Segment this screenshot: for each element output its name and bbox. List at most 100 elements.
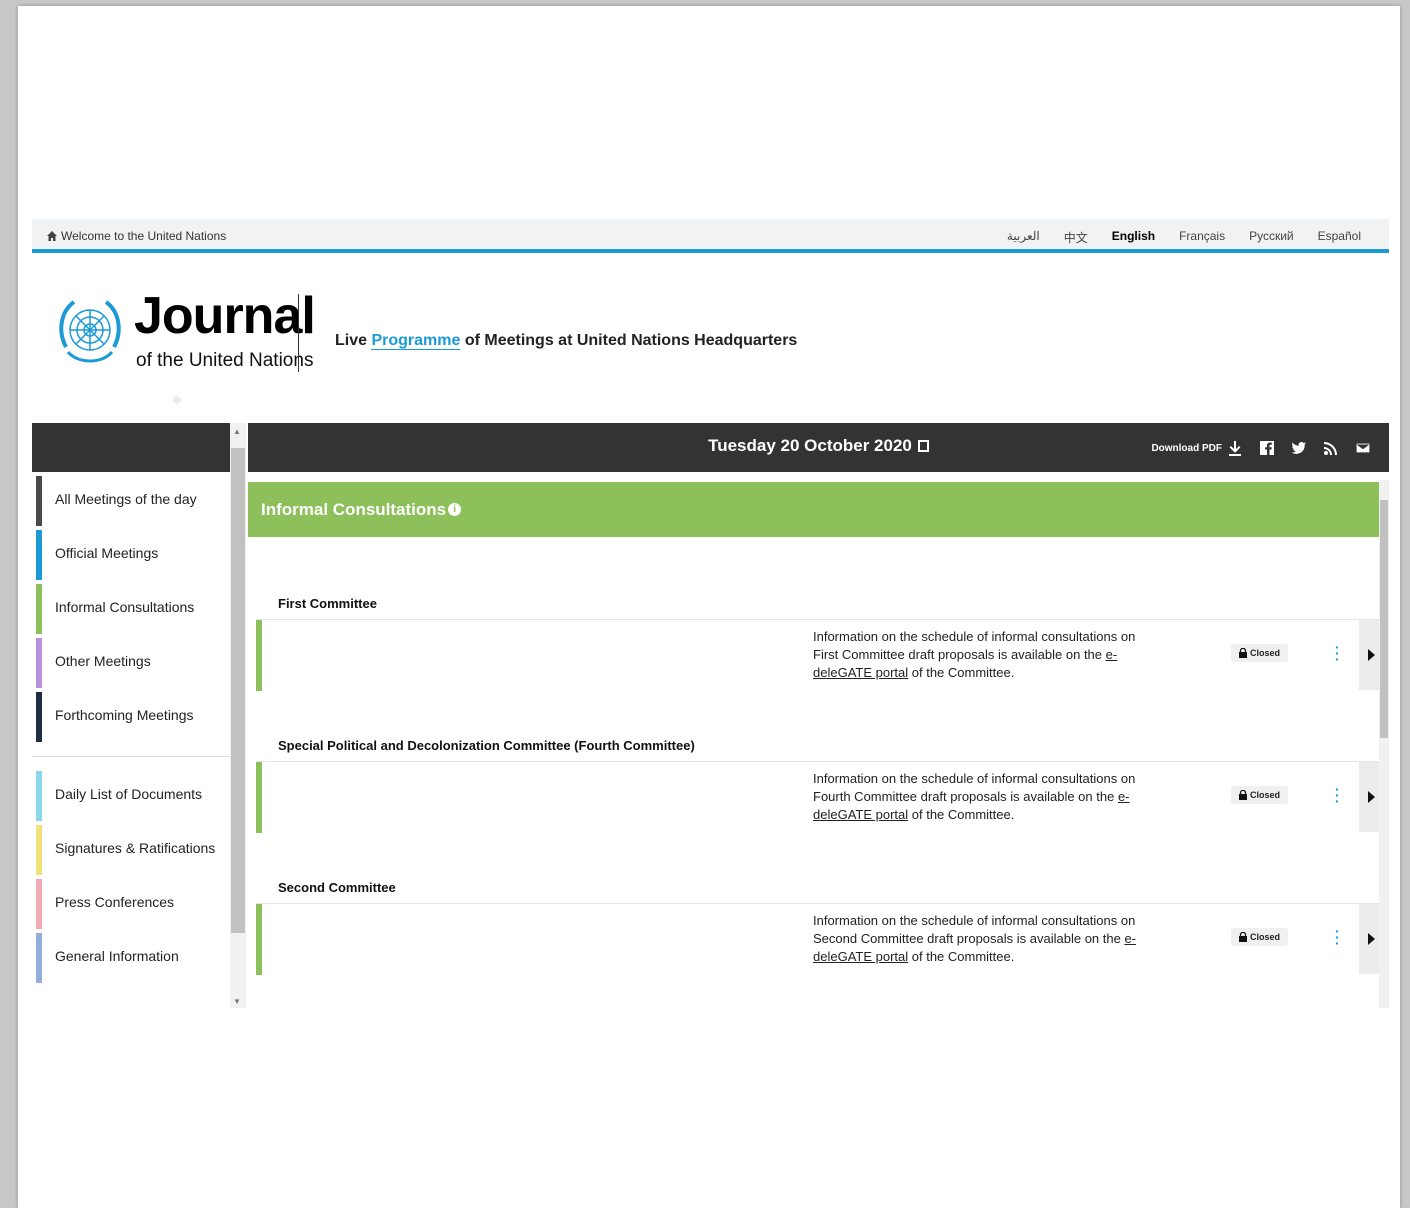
section-header-informal: Informal Consultations i: [248, 482, 1380, 537]
meeting-description: Information on the schedule of informal …: [813, 770, 1143, 824]
sidebar-item-label: Press Conferences: [55, 894, 175, 910]
sidebar-item-other-meetings[interactable]: Other Meetings: [32, 634, 230, 688]
current-date: Tuesday 20 October 2020: [708, 436, 912, 455]
sidebar-item-informal-consultations[interactable]: Informal Consultations: [32, 580, 230, 634]
journal-title: Journal: [134, 287, 316, 345]
informal-color-bar: [256, 620, 262, 691]
sidebar-item-press-conferences[interactable]: Press Conferences: [32, 875, 230, 929]
journal-subtitle: of the United Nations: [136, 350, 314, 371]
sidebar-scroll-thumb[interactable]: [231, 448, 245, 933]
sidebar-color-bar: [36, 692, 42, 742]
caret-right-icon: [1367, 649, 1375, 661]
meeting-description: Information on the schedule of informal …: [813, 628, 1143, 682]
scroll-down-arrow-icon[interactable]: ▼: [233, 997, 241, 1006]
sidebar-item-label: Official Meetings: [55, 545, 159, 561]
tagline: Live Programme of Meetings at United Nat…: [335, 332, 797, 350]
sidebar-item-signatures-ratifications[interactable]: Signatures & Ratifications: [32, 821, 230, 875]
status-label: Closed: [1250, 932, 1281, 942]
sidebar-divider: [32, 756, 230, 757]
sidebar-item-label: General Information: [55, 948, 179, 964]
sidebar-scrollbar[interactable]: ▲ ▼: [230, 423, 246, 1008]
meeting-description: Information on the schedule of informal …: [813, 912, 1143, 966]
page: Welcome to the United Nations العربية 中文…: [18, 6, 1400, 1208]
committee-title: First Committee: [278, 596, 377, 611]
site-header: Journal of the United Nations Live Progr…: [54, 288, 854, 388]
committee-block: Second Committee Information on the sche…: [248, 873, 1383, 975]
lang-spanish[interactable]: Español: [1318, 229, 1361, 246]
scroll-up-arrow-icon[interactable]: ▲: [233, 427, 241, 436]
committee-title: Special Political and Decolonization Com…: [278, 738, 695, 753]
lang-chinese[interactable]: 中文: [1064, 229, 1088, 246]
more-options-icon[interactable]: · · ·: [1335, 782, 1340, 808]
description-suffix: of the Committee.: [908, 665, 1015, 680]
main-scrollbar[interactable]: [1379, 480, 1389, 1008]
main-scroll-thumb[interactable]: [1380, 500, 1388, 738]
sidebar-color-bar: [36, 879, 42, 929]
tagline-suffix: of Meetings at United Nations Headquarte…: [460, 332, 798, 349]
tagline-prefix: Live: [335, 332, 372, 349]
sidebar: All Meetings of the day Official Meetings…: [32, 423, 230, 1008]
sidebar-color-bar: [36, 530, 42, 580]
sidebar-color-bar: [36, 771, 42, 821]
header-divider: [298, 294, 299, 372]
facebook-icon[interactable]: [1259, 440, 1275, 456]
sidebar-item-all-meetings-of-the-day[interactable]: All Meetings of the day: [32, 472, 230, 526]
description-suffix: of the Committee.: [908, 807, 1015, 822]
sidebar-item-label: Signatures & Ratifications: [55, 840, 216, 856]
sidebar-color-bar: [36, 584, 42, 634]
status-label: Closed: [1250, 648, 1281, 658]
sidebar-item-label: Forthcoming Meetings: [55, 707, 194, 723]
email-icon[interactable]: [1355, 440, 1371, 456]
section-title: Informal Consultations: [261, 499, 447, 519]
committee-block: First Committee Information on the sched…: [248, 589, 1383, 691]
caret-right-icon: [1367, 791, 1375, 803]
programme-link[interactable]: Programme: [371, 332, 461, 350]
more-options-icon[interactable]: · · ·: [1335, 924, 1340, 950]
sidebar-secondary-list: Daily List of Documents Signatures & Rati…: [32, 767, 230, 983]
status-badge: Closed: [1231, 644, 1289, 662]
twitter-icon[interactable]: [1291, 440, 1307, 456]
home-icon: [47, 231, 57, 241]
info-icon[interactable]: i: [448, 503, 462, 516]
lock-icon: [1239, 932, 1247, 942]
meetings-content: Informal Consultations i First Committee …: [248, 472, 1389, 1008]
sidebar-color-bar: [36, 933, 42, 983]
sidebar-color-bar: [36, 825, 42, 875]
welcome-link[interactable]: Welcome to the United Nations: [46, 229, 226, 243]
sidebar-color-bar: [36, 476, 42, 526]
description-text: Information on the schedule of informal …: [813, 771, 1136, 804]
sidebar-item-daily-list-of-documents[interactable]: Daily List of Documents: [32, 767, 230, 821]
sidebar-primary-list: All Meetings of the day Official Meetings…: [32, 472, 230, 742]
un-emblem-logo[interactable]: [54, 292, 126, 372]
sidebar-item-official-meetings[interactable]: Official Meetings: [32, 526, 230, 580]
sidebar-item-label: All Meetings of the day: [55, 491, 197, 507]
lang-english[interactable]: English: [1112, 229, 1155, 246]
download-pdf-label: Download PDF: [1151, 442, 1222, 454]
rss-icon[interactable]: [1323, 440, 1339, 456]
description-text: Information on the schedule of informal …: [813, 629, 1136, 662]
lang-russian[interactable]: Русский: [1249, 229, 1294, 246]
date-bar: Tuesday 20 October 2020 Download PDF: [248, 423, 1389, 472]
lock-icon: [1239, 648, 1247, 658]
share-tools: Download PDF: [1151, 440, 1371, 456]
calendar-icon[interactable]: [917, 440, 929, 452]
lang-french[interactable]: Français: [1179, 229, 1225, 246]
language-selector: العربية 中文 English Français Русский Espa…: [1007, 229, 1361, 246]
more-options-icon[interactable]: · · ·: [1335, 640, 1340, 666]
status-label: Closed: [1250, 790, 1281, 800]
informal-color-bar: [256, 762, 262, 833]
sidebar-item-forthcoming-meetings[interactable]: Forthcoming Meetings: [32, 688, 230, 742]
status-badge: Closed: [1231, 928, 1289, 946]
top-utility-bar: Welcome to the United Nations العربية 中文…: [32, 219, 1389, 253]
sidebar-color-bar: [36, 638, 42, 688]
lang-arabic[interactable]: العربية: [1007, 229, 1040, 246]
meeting-row: Information on the schedule of informal …: [256, 619, 1383, 691]
welcome-label: Welcome to the United Nations: [61, 229, 227, 243]
meeting-row: Information on the schedule of informal …: [256, 903, 1383, 975]
download-pdf-button[interactable]: Download PDF: [1151, 440, 1243, 456]
informal-color-bar: [256, 904, 262, 975]
main-panel: Tuesday 20 October 2020 Download PDF Inf…: [248, 423, 1389, 1008]
carousel-dot[interactable]: [173, 396, 181, 404]
sidebar-item-general-information[interactable]: General Information: [32, 929, 230, 983]
committee-title: Second Committee: [278, 880, 396, 895]
